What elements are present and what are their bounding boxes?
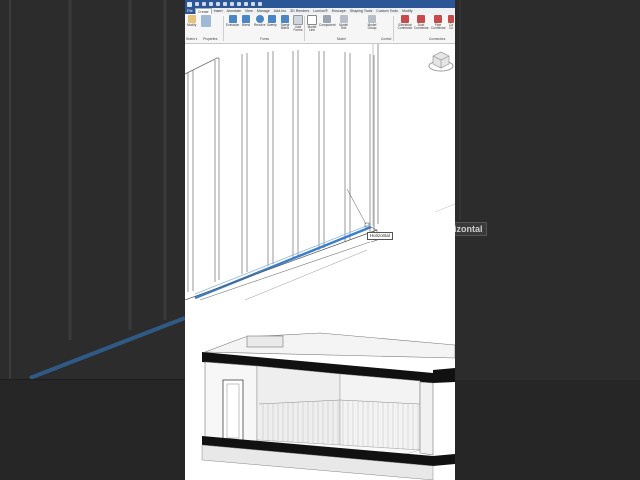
panel-separator: [223, 16, 224, 41]
blend-label: Blend: [242, 23, 251, 27]
sweep-icon: [267, 15, 276, 23]
component-button[interactable]: Component: [319, 15, 335, 27]
sweep-label: Sweep: [267, 23, 277, 27]
background-tooltip-echo: izontal: [450, 222, 487, 236]
wall-battens-drawing: [185, 44, 455, 300]
quick-access-toolbar: [185, 0, 455, 8]
swept-blend-icon: [281, 15, 289, 23]
cursor-icon: [187, 15, 196, 23]
pipe-connector-label: Pipe Connector: [431, 23, 446, 31]
ribbon-panel: Modify Extrusion Blend Revolve Sweep Swe…: [185, 14, 455, 44]
cable-connector-label: Ca Co: [448, 23, 454, 31]
open-icon[interactable]: [195, 2, 199, 6]
void-forms-label: Void Forms: [293, 25, 303, 33]
snap-tooltip: Horizontal: [367, 232, 393, 240]
extrusion-icon: [228, 15, 237, 23]
sweep-button[interactable]: Sweep: [267, 15, 277, 27]
component-label: Component: [319, 23, 336, 27]
revolve-button[interactable]: Revolve: [254, 15, 266, 27]
sync-icon[interactable]: [209, 2, 213, 6]
redo-icon[interactable]: [223, 2, 227, 6]
panel-forms: Forms: [260, 37, 270, 41]
model-line-icon: [307, 15, 317, 25]
drawing-viewport[interactable]: Horizontal: [185, 44, 455, 300]
properties-icon: [201, 15, 211, 27]
electrical-connector-icon: [401, 15, 409, 23]
save-icon[interactable]: [202, 2, 206, 6]
model-text-icon: [339, 15, 348, 23]
revolve-label: Revolve: [254, 23, 266, 27]
background-right-graphic: [455, 0, 640, 480]
duct-connector-button[interactable]: Duct Connector: [414, 15, 429, 31]
panel-separator: [304, 16, 305, 41]
electrical-connector-label: Electrical Connector: [397, 23, 413, 31]
vertical-battens: [187, 50, 375, 292]
background-left-blur: [0, 0, 185, 480]
background-right-blur: [455, 0, 640, 480]
background-left-graphic: [0, 0, 185, 480]
cable-connector-button[interactable]: Ca Co: [448, 15, 454, 31]
void-forms-button[interactable]: Void Forms: [293, 15, 303, 33]
panel-connectors: Connectors: [429, 37, 446, 41]
render-preview: [185, 300, 455, 480]
pipe-connector-button[interactable]: Pipe Connector: [431, 15, 446, 31]
component-icon: [323, 15, 332, 23]
undo-icon[interactable]: [216, 2, 220, 6]
door-graphic: [222, 379, 244, 441]
revolve-icon: [255, 15, 264, 23]
selected-rail: [194, 225, 372, 300]
close-icon[interactable]: [258, 2, 262, 6]
building-section-render: [201, 332, 455, 480]
panel-properties: Properties: [203, 37, 218, 41]
revit-window: File Create Insert Annotate View Manage …: [185, 0, 455, 480]
3d-view-icon[interactable]: [251, 2, 255, 6]
duct-connector-icon: [417, 15, 425, 23]
modify-label: Modify: [187, 23, 197, 27]
swept-blend-button[interactable]: Swept Blend: [279, 15, 291, 31]
app-menu-icon[interactable]: [187, 1, 192, 7]
print-icon[interactable]: [230, 2, 234, 6]
void-forms-icon: [293, 15, 303, 25]
model-group-icon: [368, 15, 376, 23]
model-group-label: Model Group: [367, 23, 377, 31]
model-line-button[interactable]: Model Line: [306, 15, 318, 33]
measure-icon[interactable]: [237, 2, 241, 6]
blend-icon: [242, 15, 251, 23]
duct-connector-label: Duct Connector: [414, 23, 429, 31]
panel-separator: [393, 16, 394, 41]
model-text-button[interactable]: Model Text: [338, 15, 349, 31]
blend-button[interactable]: Blend: [242, 15, 250, 27]
extrusion-button[interactable]: Extrusion: [226, 15, 239, 27]
model-group-button[interactable]: Model Group: [366, 15, 378, 31]
model-line-label: Model Line: [307, 25, 317, 33]
model-text-label: Model Text: [339, 23, 348, 31]
viewcube-icon[interactable]: [428, 51, 454, 72]
panel-select[interactable]: Select ▾: [186, 37, 197, 41]
pipe-connector-icon: [434, 15, 442, 23]
panel-control: Control: [381, 37, 392, 41]
cable-connector-icon: [448, 15, 454, 23]
panel-model: Model: [337, 37, 346, 41]
properties-buttons[interactable]: [201, 15, 211, 28]
extrusion-label: Extrusion: [226, 23, 240, 27]
electrical-connector-button[interactable]: Electrical Connector: [397, 15, 413, 31]
swept-blend-label: Swept Blend: [280, 23, 290, 31]
modify-button[interactable]: Modify: [187, 15, 196, 27]
text-icon[interactable]: [244, 2, 248, 6]
